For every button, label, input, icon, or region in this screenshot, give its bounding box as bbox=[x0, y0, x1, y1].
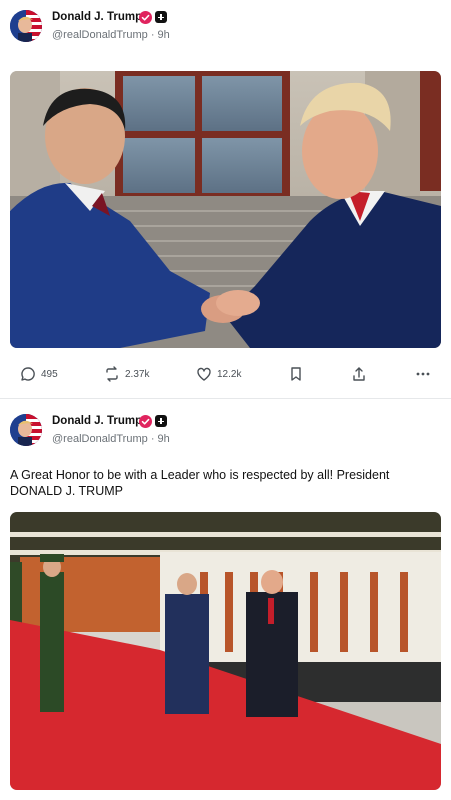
like-button[interactable]: 12.2k bbox=[196, 361, 241, 387]
more-dots-icon bbox=[416, 372, 430, 376]
share-icon bbox=[353, 367, 365, 381]
post-2: Donald J. Trump @realDonaldTrump · 9h A … bbox=[0, 404, 451, 800]
separator-dot: · bbox=[150, 29, 155, 41]
like-count: 12.2k bbox=[217, 368, 242, 380]
author-handle-line: @realDonaldTrump · 9h bbox=[52, 29, 170, 41]
reply-count: 495 bbox=[41, 368, 58, 380]
verified-badge-icon bbox=[139, 415, 152, 428]
post-actions: 495 2.37k 12.2k bbox=[0, 361, 451, 387]
author-name[interactable]: Donald J. Trump bbox=[52, 11, 142, 23]
post-1: Donald J. Trump @realDonaldTrump · 9h 49… bbox=[0, 0, 451, 398]
avatar[interactable] bbox=[10, 414, 42, 446]
author-handle[interactable]: @realDonaldTrump bbox=[52, 29, 148, 41]
author-handle-line: @realDonaldTrump · 9h bbox=[52, 433, 170, 445]
follow-plus-icon[interactable] bbox=[155, 415, 167, 427]
share-button[interactable] bbox=[351, 361, 367, 387]
repost-button[interactable]: 2.37k bbox=[104, 361, 149, 387]
post-image[interactable] bbox=[10, 512, 441, 790]
post-image[interactable] bbox=[10, 71, 441, 348]
reply-button[interactable]: 495 bbox=[20, 361, 58, 387]
repost-icon bbox=[106, 366, 118, 382]
bookmark-icon bbox=[291, 367, 301, 381]
follow-plus-icon[interactable] bbox=[155, 11, 167, 23]
more-options-button[interactable] bbox=[415, 361, 431, 387]
heart-icon bbox=[197, 367, 211, 381]
post-time[interactable]: 9h bbox=[158, 29, 170, 41]
repost-count: 2.37k bbox=[125, 368, 150, 380]
post-divider bbox=[0, 398, 451, 399]
bookmark-button[interactable] bbox=[288, 361, 304, 387]
post-text: A Great Honor to be with a Leader who is… bbox=[10, 468, 390, 498]
post-time[interactable]: 9h bbox=[158, 433, 170, 445]
author-handle[interactable]: @realDonaldTrump bbox=[52, 433, 148, 445]
reply-icon bbox=[21, 367, 35, 381]
separator-dot: · bbox=[150, 433, 155, 445]
verified-badge-icon bbox=[139, 11, 152, 24]
avatar[interactable] bbox=[10, 10, 42, 42]
author-name[interactable]: Donald J. Trump bbox=[52, 415, 142, 427]
